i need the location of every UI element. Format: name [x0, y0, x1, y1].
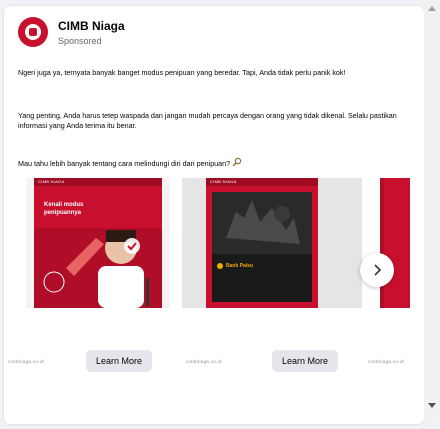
slide-1-headline-line1: Kenali modus — [44, 202, 84, 208]
slide-2-image — [182, 178, 362, 308]
page-avatar[interactable] — [18, 17, 48, 47]
magnifier-emoji-icon — [232, 157, 242, 168]
carousel-slide-2[interactable]: CIMB NIAGA Bank Palsu — [182, 178, 362, 308]
sponsored-label[interactable]: Sponsored — [58, 36, 102, 46]
learn-more-button-1[interactable]: Learn More — [86, 350, 153, 372]
slide-1-brand: CIMB NIAGA — [38, 179, 65, 184]
vertical-scrollbar[interactable] — [424, 0, 440, 418]
carousel-next-button[interactable] — [360, 253, 394, 287]
slide-1-headline-line2: penipuannya — [44, 210, 82, 216]
post-text-paragraph-1: Ngeri juga ya, ternyata banyak banget mo… — [18, 68, 346, 77]
scroll-up-arrow-icon[interactable] — [428, 6, 436, 11]
post-text-paragraph-2: Yang penting, Anda harus tetep waspada d… — [18, 111, 397, 130]
slide-3-domain: cimbniaga.co.id — [368, 359, 404, 364]
ad-post-card: CIMB Niaga Sponsored Ngeri juga ya, tern… — [4, 6, 424, 424]
carousel-slide-3[interactable] — [380, 178, 410, 308]
slide-2-domain: cimbniaga.co.id — [186, 359, 222, 364]
cimb-logo-icon — [25, 24, 41, 40]
slide-1-image — [26, 178, 170, 308]
post-header: CIMB Niaga Sponsored — [18, 14, 398, 54]
page-name[interactable]: CIMB Niaga — [58, 19, 125, 33]
ad-carousel[interactable]: CIMB NIAGA Kenali modus penipuannya CIMB… — [4, 174, 424, 374]
cta-row: cimbniaga.co.id Learn More cimbniaga.co.… — [4, 350, 424, 380]
carousel-slide-1[interactable]: CIMB NIAGA Kenali modus penipuannya — [26, 178, 170, 308]
chevron-right-icon — [374, 264, 382, 276]
learn-more-button-2[interactable]: Learn More — [272, 350, 339, 372]
scroll-down-arrow-icon[interactable] — [428, 403, 436, 408]
post-text-paragraph-3-text: Mau tahu lebih banyak tentang cara melin… — [18, 159, 231, 168]
slide-2-badge: Bank Palsu — [226, 263, 253, 269]
slide-1-domain: cimbniaga.co.id — [8, 359, 44, 364]
slide-2-brand: CIMB NIAGA — [210, 179, 237, 184]
post-text-paragraph-3: Mau tahu lebih banyak tentang cara melin… — [18, 157, 403, 169]
